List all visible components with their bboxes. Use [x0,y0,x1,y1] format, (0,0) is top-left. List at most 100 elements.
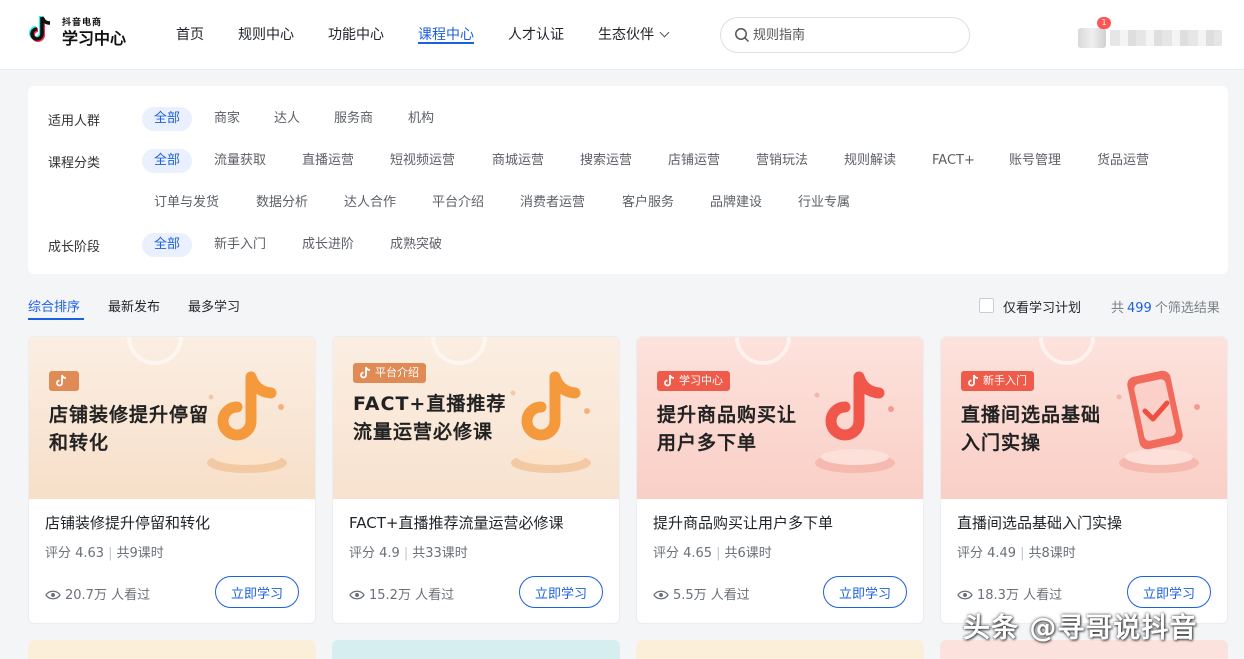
course-title[interactable]: 直播间选品基础入门实操 [957,512,1217,533]
course-meta: 评分 4.9 | 共33课时 [349,542,468,561]
filter-option-all[interactable]: 全部 [142,107,193,131]
cover-tag-label: 新手入门 [983,374,1027,387]
filter-option-all[interactable]: 全部 [142,233,193,257]
notification-badge: 1 [1097,17,1111,29]
nav-label: 规则中心 [238,27,294,43]
filter-option[interactable]: FACT+ [932,149,975,173]
search-box[interactable] [720,17,970,53]
course-card-partial[interactable] [636,640,924,659]
filter-option[interactable]: 消费者运营 [520,191,585,215]
brand-name: 学习中心 [62,29,127,48]
filter-panel: 适用人群 全部 商家 达人 服务商 机构 课程分类 全部 流量获取 直播运营 短… [28,86,1228,274]
filter-option[interactable]: 服务商 [334,107,373,131]
sort-most-studied[interactable]: 最多学习 [188,296,240,315]
study-plan-checkbox[interactable] [979,298,994,313]
cover-title: 店铺装修提升停留和转化 [49,404,210,454]
filter-option[interactable]: 成长进阶 [302,233,354,257]
course-meta: 评分 4.49 | 共8课时 [957,542,1076,561]
douyin-note-illustration [510,371,591,473]
main-nav: 首页 规则中心 功能中心 课程中心 人才认证 生态伙伴 [176,0,702,70]
nav-item-rules[interactable]: 规则中心 [238,0,294,70]
filter-option[interactable]: 规则解读 [844,149,896,173]
username-blurred[interactable] [1110,30,1222,46]
study-now-button[interactable]: 立即学习 [1127,576,1211,608]
filter-option[interactable]: 商家 [214,107,240,131]
cover-tag-label: 学习中心 [679,374,723,387]
course-views: 5.5万 人看过 [653,584,750,603]
sort-latest[interactable]: 最新发布 [108,296,160,315]
nav-label: 生态伙伴 [598,27,654,43]
filter-label: 成长阶段 [48,240,101,255]
search-input[interactable] [753,25,953,45]
study-now-button[interactable]: 立即学习 [823,576,907,608]
avatar[interactable] [1078,28,1106,48]
filter-option[interactable]: 直播运营 [302,149,354,173]
filter-option[interactable]: 数据分析 [256,191,308,215]
filter-option[interactable]: 订单与发货 [154,191,219,215]
filter-option[interactable]: 商城运营 [492,149,544,173]
course-card[interactable]: 学习中心 提升商品购买让用户多下单 提升商品购买让用户多下单 评分 4.65 | 共… [636,336,924,624]
study-now-button[interactable]: 立即学习 [519,576,603,608]
filter-label: 适用人群 [48,114,101,129]
cover-tag: 学习中心 [657,371,730,391]
nav-item-home[interactable]: 首页 [176,0,204,70]
nav-label: 首页 [176,27,204,43]
course-rating: 评分 4.9 [349,546,400,561]
nav-label: 人才认证 [508,27,564,43]
eye-icon [957,590,973,600]
course-card-partial[interactable] [28,640,316,659]
cover-tag-label: 平台介绍 [375,366,419,379]
course-rating: 评分 4.65 [653,546,713,561]
filter-option[interactable]: 营销玩法 [756,149,808,173]
result-prefix: 共 [1111,301,1125,316]
course-cover: 学习中心 提升商品购买让用户多下单 [637,337,923,499]
views-count: 18.3万 人看过 [977,588,1063,603]
douyin-note-illustration [814,371,895,473]
views-count: 15.2万 人看过 [369,588,455,603]
course-lessons: 共33课时 [412,546,468,561]
eye-icon [45,590,61,600]
course-lessons: 共9课时 [116,546,164,561]
filter-option[interactable]: 货品运营 [1097,149,1149,173]
filter-option[interactable]: 店铺运营 [668,149,720,173]
filter-option-all[interactable]: 全部 [142,149,193,173]
filter-option[interactable]: 品牌建设 [710,191,762,215]
course-card[interactable]: 店铺装修提升停留和转化 店铺装修提升停留和转化 评分 4.63 | 共9课时 20.… [28,336,316,624]
filter-option[interactable]: 流量获取 [214,149,266,173]
filter-option[interactable]: 账号管理 [1009,149,1061,173]
course-card-partial[interactable] [332,640,620,659]
filter-option[interactable]: 短视频运营 [390,149,455,173]
douyin-note-illustration [207,371,287,473]
course-title[interactable]: 店铺装修提升停留和转化 [45,512,305,533]
nav-item-partners[interactable]: 生态伙伴 [598,0,670,70]
study-now-button[interactable]: 立即学习 [215,576,299,608]
nav-item-certification[interactable]: 人才认证 [508,0,564,70]
result-number: 499 [1127,301,1152,316]
sort-comprehensive[interactable]: 综合排序 [28,296,80,315]
study-plan-label[interactable]: 仅看学习计划 [1003,297,1081,316]
filter-option[interactable]: 新手入门 [214,233,266,257]
filter-option[interactable]: 成熟突破 [390,233,442,257]
nav-item-features[interactable]: 功能中心 [328,0,384,70]
filter-option[interactable]: 达人合作 [344,191,396,215]
brand-logo[interactable]: 抖音电商 学习中心 [28,15,138,51]
course-card[interactable]: 新手入门 直播间选品基础入门实操 直播间选品基础入门实操 评分 4.49 | 共8课… [940,336,1228,624]
course-views: 18.3万 人看过 [957,584,1062,603]
filter-option[interactable]: 平台介绍 [432,191,484,215]
filter-option[interactable]: 搜索运营 [580,149,632,173]
sort-active-underline [28,318,84,320]
course-title[interactable]: 提升商品购买让用户多下单 [653,512,913,533]
cover-title: 直播间选品基础入门实操 [961,404,1102,454]
separator: | [716,546,721,561]
filter-option[interactable]: 客户服务 [622,191,674,215]
filter-option[interactable]: 达人 [274,107,300,131]
filter-option[interactable]: 机构 [408,107,434,131]
course-title[interactable]: FACT+直播推荐流量运营必修课 [349,512,609,533]
course-card[interactable]: 平台介绍 FACT+直播推荐流量运营必修课 FACT+直播推荐流量运营必修课 评… [332,336,620,624]
result-count: 共 499 个筛选结果 [1111,297,1220,316]
watermark: 头条 @寻哥说抖音 [963,613,1198,644]
separator: | [403,546,409,561]
nav-item-courses[interactable]: 课程中心 [418,0,474,70]
course-lessons: 共6课时 [724,546,772,561]
filter-option[interactable]: 行业专属 [798,191,850,215]
